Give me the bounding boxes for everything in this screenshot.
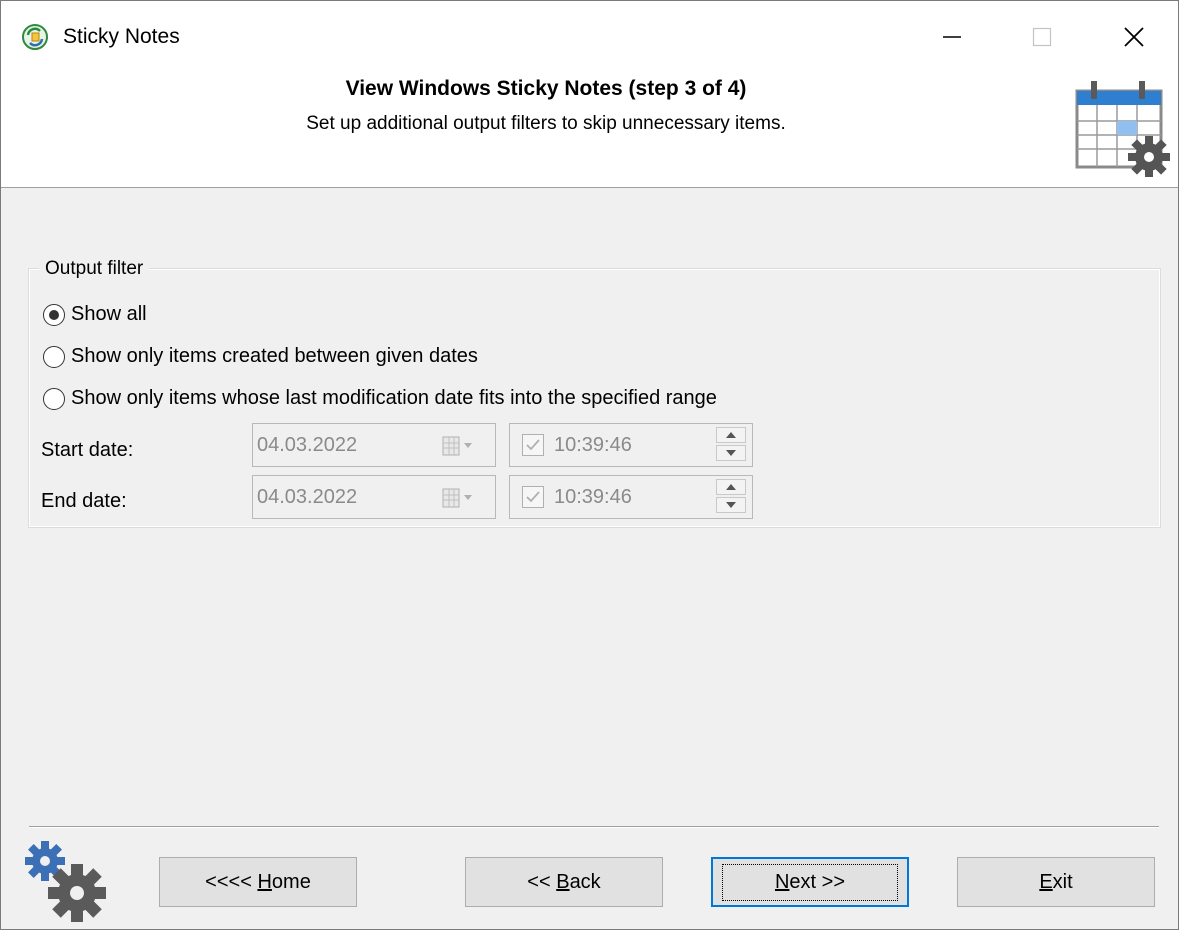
radio-button-checked[interactable] <box>43 303 65 326</box>
end-time-spinner[interactable] <box>716 479 746 515</box>
start-time-spinner[interactable] <box>716 427 746 463</box>
radio-label: Show all <box>71 303 147 325</box>
calendar-dropdown-icon[interactable] <box>442 435 482 457</box>
close-button[interactable] <box>1099 9 1169 65</box>
home-button-accel: H <box>257 870 272 893</box>
minimize-button[interactable] <box>917 9 987 65</box>
window-title: Sticky Notes <box>63 25 180 48</box>
calendar-gear-icon <box>1075 81 1170 177</box>
chevron-down-icon <box>726 502 736 508</box>
close-icon <box>1124 27 1144 47</box>
start-date-value: 04.03.2022 <box>257 434 358 456</box>
spin-down-button[interactable] <box>716 445 746 461</box>
chevron-up-icon <box>726 432 736 438</box>
spin-down-button[interactable] <box>716 497 746 513</box>
output-filter-legend: Output filter <box>39 258 150 280</box>
home-button-prefix: <<<< <box>205 870 258 893</box>
next-button-focus: Next >> <box>721 863 899 901</box>
start-date-picker[interactable]: 04.03.2022 <box>252 423 496 467</box>
home-button-rest: ome <box>271 870 311 893</box>
next-button-rest: ext >> <box>789 870 846 893</box>
chevron-up-icon <box>726 484 736 490</box>
minimize-icon <box>943 36 961 38</box>
radio-button[interactable] <box>43 345 65 368</box>
start-time-value: 10:39:46 <box>554 434 632 456</box>
spin-up-button[interactable] <box>716 427 746 443</box>
back-button-accel: B <box>556 870 570 893</box>
back-button-prefix: << <box>527 870 557 893</box>
step-title: View Windows Sticky Notes (step 3 of 4) <box>345 77 747 100</box>
wizard-window: Sticky Notes View Windows Sticky Notes (… <box>0 0 1179 930</box>
start-date-label: Start date: <box>41 439 134 461</box>
exit-button-accel: E <box>1039 870 1053 893</box>
footer-separator <box>29 826 1159 828</box>
end-time-picker[interactable]: 10:39:46 <box>509 475 753 519</box>
radio-label: Show only items whose last modification … <box>71 387 717 409</box>
app-icon <box>22 24 48 50</box>
radio-label: Show only items created between given da… <box>71 345 478 367</box>
exit-button-rest: xit <box>1052 870 1073 893</box>
next-button[interactable]: Next >> <box>711 857 909 907</box>
calendar-dropdown-icon[interactable] <box>442 487 482 509</box>
checkmark-icon <box>526 439 540 451</box>
wizard-header: View Windows Sticky Notes (step 3 of 4) … <box>1 71 1178 188</box>
start-time-picker[interactable]: 10:39:46 <box>509 423 753 467</box>
radio-created-between[interactable]: Show only items created between given da… <box>43 345 478 368</box>
back-button[interactable]: << Back <box>465 857 663 907</box>
maximize-icon <box>1032 27 1052 47</box>
step-subtitle: Set up additional output filters to skip… <box>306 113 786 134</box>
back-button-rest: ack <box>569 870 601 893</box>
gears-logo-icon <box>25 841 106 922</box>
end-time-value: 10:39:46 <box>554 486 632 508</box>
home-button[interactable]: <<<< Home <box>159 857 357 907</box>
checkmark-icon <box>526 491 540 503</box>
gear-icon <box>1128 136 1170 177</box>
spin-up-button[interactable] <box>716 479 746 495</box>
end-date-label: End date: <box>41 490 127 512</box>
next-button-accel: N <box>774 870 790 893</box>
start-time-checkbox[interactable] <box>522 434 544 456</box>
radio-show-all[interactable]: Show all <box>43 303 147 326</box>
end-time-checkbox[interactable] <box>522 486 544 508</box>
end-date-value: 04.03.2022 <box>257 486 358 508</box>
maximize-button[interactable] <box>1007 9 1077 65</box>
exit-button[interactable]: Exit <box>957 857 1155 907</box>
radio-button[interactable] <box>43 387 65 410</box>
chevron-down-icon <box>726 450 736 456</box>
end-date-picker[interactable]: 04.03.2022 <box>252 475 496 519</box>
radio-modified-range[interactable]: Show only items whose last modification … <box>43 387 717 410</box>
title-bar[interactable]: Sticky Notes <box>1 1 1178 71</box>
